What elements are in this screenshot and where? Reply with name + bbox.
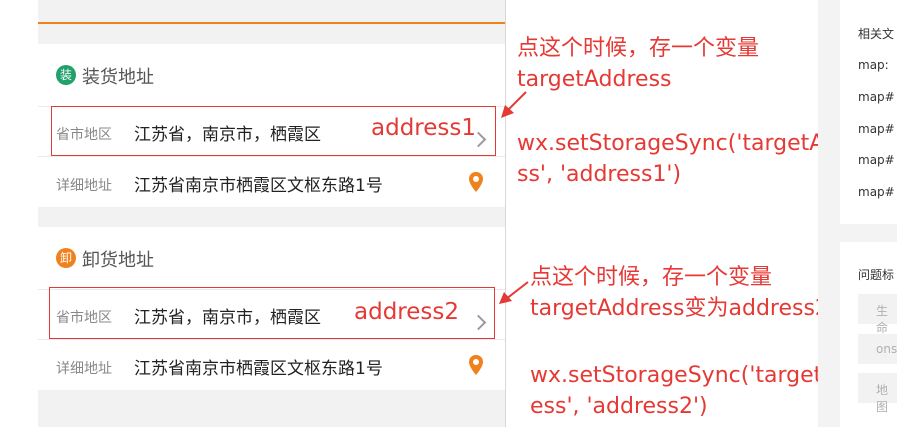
location-pin-icon[interactable]	[468, 171, 484, 193]
related-line: map#	[858, 90, 895, 104]
loading-section-title: 装货地址	[82, 67, 154, 88]
related-line: 相关文	[858, 27, 895, 41]
related-line: map#	[858, 122, 895, 136]
right-side-panel: 相关文 map: map# map# map# map# 问题标 生命 ons …	[818, 0, 897, 427]
question-card: 问题标 生命 ons 地图	[840, 242, 897, 427]
annotation-text-2: 点这个时候，存一个变量	[530, 265, 773, 290]
loading-detail-row[interactable]: 详细地址 江苏省南京市栖霞区文枢东路1号	[38, 157, 505, 207]
unloading-detail-value[interactable]: 江苏省南京市栖霞区文枢东路1号	[134, 354, 383, 379]
annotation-code-2b: ess', 'address2')	[530, 394, 708, 419]
annotation-tag-address2: address2	[354, 299, 459, 325]
related-line: map#	[858, 185, 895, 199]
red-arrow-icon	[499, 281, 529, 304]
unloading-detail-row[interactable]: 详细地址 江苏省南京市栖霞区文枢东路1号	[38, 340, 505, 390]
question-input[interactable]: 生命	[858, 294, 897, 335]
top-accent-line	[38, 22, 505, 24]
unloading-badge-icon: 卸	[56, 248, 76, 268]
loading-badge-icon: 装	[56, 65, 76, 85]
question-input[interactable]: 地图	[858, 373, 897, 414]
question-label: 问题标	[858, 268, 895, 282]
annotation-tag-address1: address1	[371, 115, 476, 141]
related-line: map#	[858, 153, 895, 167]
loading-detail-value[interactable]: 江苏省南京市栖霞区文枢东路1号	[134, 171, 383, 196]
unloading-detail-label: 详细地址	[56, 361, 112, 377]
panel-divider	[505, 0, 506, 427]
annotation-text-1b: targetAddress	[517, 67, 672, 92]
related-line: map:	[858, 58, 889, 72]
annotation-text-1: 点这个时候，存一个变量	[517, 36, 760, 61]
annotation-code-1b: ss', 'address1')	[517, 162, 682, 187]
loading-detail-label: 详细地址	[56, 178, 112, 194]
related-card: 相关文 map: map# map# map# map#	[840, 0, 897, 224]
unloading-section-title: 卸货地址	[82, 250, 154, 271]
annotation-text-2b: targetAddress变为address2	[530, 296, 829, 321]
location-pin-icon[interactable]	[468, 354, 484, 376]
question-input[interactable]: ons	[858, 334, 897, 364]
